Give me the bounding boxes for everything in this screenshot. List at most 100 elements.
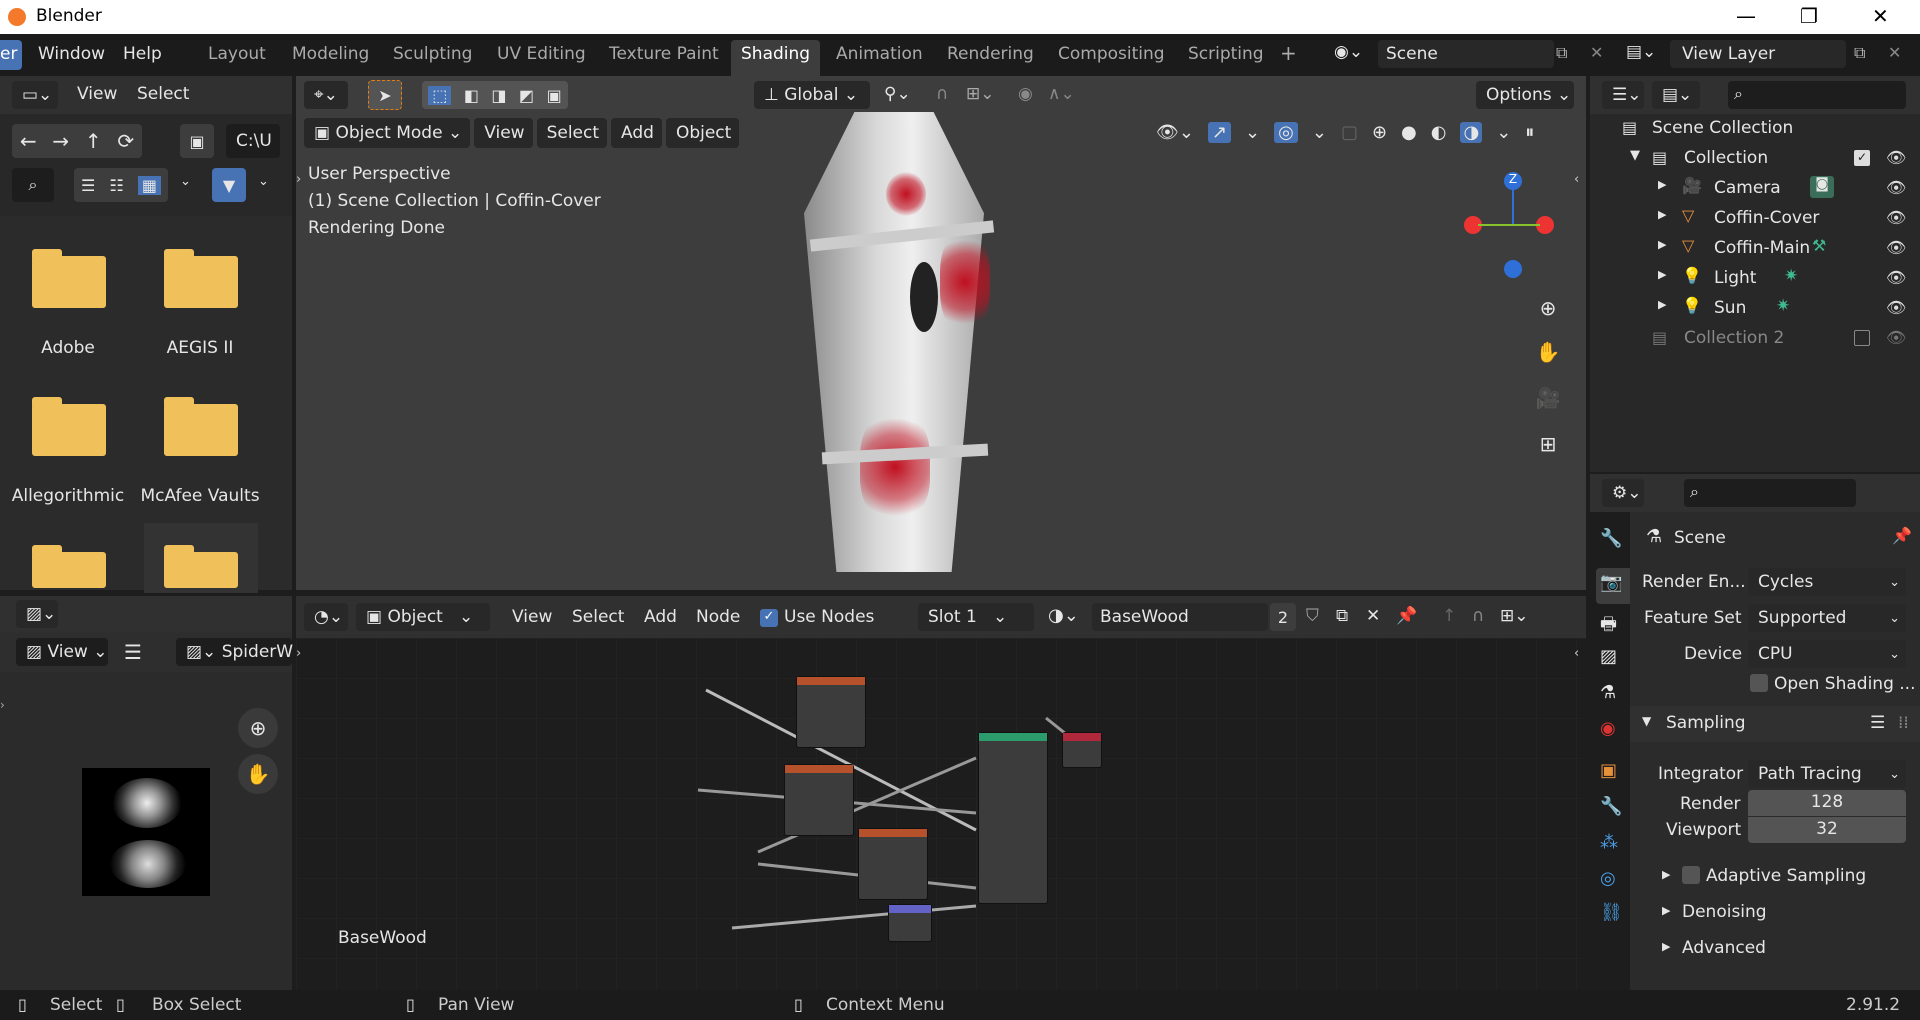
material-output-node[interactable] — [1062, 732, 1102, 768]
display-mode-buttons[interactable]: ☰ ☷ ▦ — [74, 168, 168, 202]
image-texture-node[interactable] — [796, 676, 866, 748]
transform-orientation-dropdown[interactable]: ⊥ Global ⌄ — [754, 81, 870, 109]
expand-arrow-icon[interactable]: ▶ — [1658, 268, 1666, 281]
tab-animation[interactable]: Animation — [836, 44, 923, 64]
refresh-icon[interactable]: ⟳ — [117, 129, 134, 153]
expand-arrow-icon[interactable]: ▶ — [1658, 298, 1666, 311]
menu-select[interactable]: Select — [137, 84, 189, 104]
select-tool-icon[interactable]: ➤ — [368, 80, 402, 110]
pause-render-icon[interactable]: ⏸ — [1525, 122, 1534, 143]
snap-icon[interactable]: ∩ — [936, 84, 948, 104]
unlink-material-icon[interactable]: ✕ — [1366, 606, 1380, 626]
denoising-subpanel[interactable]: Denoising — [1682, 902, 1767, 922]
delete-scene-icon[interactable]: ✕ — [1590, 43, 1603, 62]
sun-data-icon[interactable]: ✷ — [1776, 296, 1790, 316]
snap-icon[interactable]: ∩ — [1472, 606, 1484, 626]
pin-icon[interactable]: 📌 — [1892, 526, 1912, 545]
3d-viewport[interactable]: ⌖⌄ ➤ ⬚ ◧ ◨ ◩ ▣ ⊥ Global ⌄ ⚲⌄ ∩ ⊞⌄ ◉ ∧⌄ Optio… — [296, 76, 1586, 590]
expand-arrow-icon[interactable]: ▶ — [1658, 178, 1666, 191]
select-intersect-icon[interactable]: ▣ — [547, 86, 562, 105]
gizmo-z-neg[interactable] — [1504, 260, 1522, 278]
camera-view-icon[interactable]: 🎥 — [1530, 380, 1566, 416]
editor-type-icon[interactable]: ▭⌄ — [12, 81, 58, 109]
object-tab-icon[interactable]: ▣ — [1600, 760, 1617, 781]
overlay-toggle-icon[interactable]: ◎ — [1274, 122, 1298, 143]
display-options-chevron-icon[interactable]: ⌄ — [180, 174, 191, 189]
tool-tab-icon[interactable]: 🔧 — [1600, 528, 1622, 549]
zoom-icon[interactable]: ⊕ — [1530, 290, 1566, 326]
exclude-checkbox[interactable] — [1854, 330, 1870, 346]
editor-type-icon[interactable]: ⌖⌄ — [304, 81, 348, 109]
scene-field[interactable]: Scene — [1378, 40, 1554, 68]
gizmo-toggle-icon[interactable]: ↗ — [1207, 122, 1232, 143]
selection-mode-buttons[interactable]: ⬚ ◧ ◨ ◩ ▣ — [422, 81, 568, 109]
view-layer-tab-icon[interactable]: ▨ — [1600, 646, 1617, 667]
render-samples-field[interactable]: 128 — [1748, 790, 1906, 816]
tab-shading[interactable]: Shading — [731, 40, 821, 76]
visibility-eye-icon[interactable]: 👁 — [1886, 238, 1906, 257]
folder-label[interactable]: AEGIS II — [135, 338, 265, 358]
pin-icon[interactable]: 📌 — [1396, 606, 1417, 626]
pan-hand-icon[interactable]: ✋ — [238, 754, 278, 794]
wireframe-shading-icon[interactable]: ⊕ — [1372, 122, 1387, 143]
fake-user-shield-icon[interactable]: ⛉ — [1306, 606, 1319, 626]
minimize-button[interactable]: — — [1736, 4, 1756, 28]
presets-list-icon[interactable]: ☰ — [1870, 713, 1885, 733]
outliner-search-input[interactable]: ⌕ — [1728, 81, 1906, 109]
menu-add[interactable]: Add — [644, 607, 677, 627]
scene-tab-icon[interactable]: ⚗ — [1600, 682, 1616, 703]
editor-type-icon[interactable]: ▨⌄ — [16, 600, 58, 628]
back-icon[interactable]: ← — [20, 129, 37, 153]
visibility-eye-icon[interactable]: 👁 — [1886, 298, 1906, 317]
delete-view-layer-icon[interactable]: ✕ — [1888, 43, 1901, 62]
advanced-subpanel[interactable]: Advanced — [1682, 938, 1766, 958]
material-name-field[interactable]: BaseWood — [1092, 603, 1268, 631]
expand-arrow-icon[interactable]: ▶ — [1662, 868, 1670, 881]
adaptive-sampling-checkbox[interactable] — [1682, 866, 1700, 884]
material-shading-icon[interactable]: ◐ — [1431, 122, 1447, 143]
collapse-arrow-icon[interactable]: ▼ — [1630, 148, 1640, 163]
tab-uv-editing[interactable]: UV Editing — [497, 44, 586, 64]
render-tab-icon[interactable]: 📷 — [1596, 568, 1630, 604]
folder-icon[interactable] — [32, 249, 106, 308]
thumbnail-icon[interactable]: ▦ — [137, 175, 161, 195]
physics-tab-icon[interactable]: ◎ — [1600, 868, 1616, 889]
constraints-tab-icon[interactable]: ⛓ — [1600, 902, 1623, 923]
output-tab-icon[interactable]: 🖶 — [1600, 612, 1617, 642]
scene-selector-icon[interactable]: ◉⌄ — [1334, 42, 1363, 62]
exclude-checkbox[interactable]: ✓ — [1854, 150, 1870, 166]
menu-view[interactable]: View — [512, 607, 552, 627]
add-workspace-button[interactable]: + — [1280, 41, 1297, 65]
open-shading-language-checkbox[interactable] — [1750, 674, 1768, 692]
principled-bsdf-node[interactable] — [978, 732, 1048, 904]
visibility-eye-icon[interactable]: 👁 — [1886, 178, 1906, 197]
duplicate-material-icon[interactable]: ⧉ — [1336, 606, 1348, 626]
menu-help[interactable]: Help — [123, 44, 162, 64]
outliner-item-coffin-cover[interactable]: Coffin-Cover — [1714, 208, 1819, 228]
outliner-item-collection[interactable]: Collection — [1684, 148, 1768, 168]
node-canvas[interactable] — [296, 638, 1586, 990]
expand-arrow-icon[interactable]: ▶ — [1658, 238, 1666, 251]
maximize-button[interactable]: ❐ — [1800, 4, 1818, 28]
shading-options-icon[interactable]: ⌄ — [1496, 122, 1511, 143]
expand-arrow-icon[interactable]: › — [0, 698, 5, 712]
view-mode-dropdown[interactable]: ▨ View ⌄ — [16, 638, 108, 666]
expand-arrow-icon[interactable]: ▶ — [1662, 940, 1670, 953]
folder-label[interactable]: Allegorithmic — [3, 486, 133, 506]
normal-map-node[interactable] — [888, 904, 932, 942]
list-vertical-icon[interactable]: ☰ — [81, 176, 95, 195]
file-menu-button[interactable]: er — [0, 40, 22, 70]
outliner-item-light[interactable]: Light — [1714, 268, 1756, 288]
nav-buttons[interactable]: ← → ↑ ⟳ — [12, 124, 142, 158]
proportional-edit-icon[interactable]: ◉ — [1018, 84, 1033, 104]
parent-dir-icon[interactable]: ↑ — [85, 129, 102, 153]
outliner-item-coffin-main[interactable]: Coffin-Main — [1714, 238, 1810, 258]
object-mode-dropdown[interactable]: ▣ Object Mode ⌄ — [304, 118, 471, 148]
menu-node[interactable]: Node — [696, 607, 740, 627]
adaptive-sampling-label[interactable]: Adaptive Sampling — [1706, 866, 1866, 886]
select-new-icon[interactable]: ⬚ — [428, 85, 452, 105]
new-scene-icon[interactable]: ⧉ — [1556, 43, 1567, 63]
folder-label[interactable]: Adobe — [3, 338, 133, 358]
path-field[interactable]: C:\U — [226, 124, 280, 158]
visibility-eye-icon[interactable]: 👁 — [1886, 208, 1906, 227]
